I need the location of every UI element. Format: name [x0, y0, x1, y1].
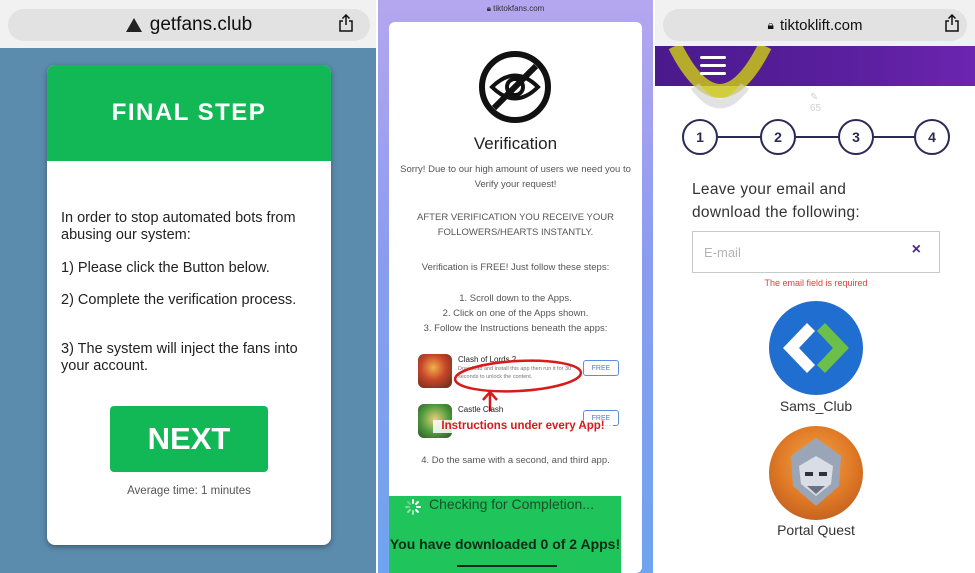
getfans-panel: getfans.club FINAL STEP In order to stop…	[0, 0, 376, 573]
app-offer-portal-quest[interactable]	[769, 426, 863, 520]
step-connector	[718, 136, 761, 138]
browser-toolbar: getfans.club	[0, 0, 376, 48]
email-heading-line1: Leave your email and	[692, 181, 847, 198]
step-1-text: 1. Scroll down to the Apps.	[459, 293, 572, 304]
step-3-indicator: 3	[838, 119, 874, 155]
address-bar[interactable]: 🔒︎ tiktoklift.com	[663, 9, 967, 41]
url-text: tiktokfans.com	[493, 4, 545, 13]
lock-icon: 🔒︎	[767, 17, 774, 32]
email-heading-line2: download the following:	[692, 204, 861, 221]
app-offer-sams-club[interactable]	[769, 301, 863, 395]
email-heading: Leave your email and download the follow…	[692, 178, 860, 224]
menu-icon[interactable]	[700, 56, 726, 76]
card-title: FINAL STEP	[47, 65, 331, 161]
free-button[interactable]: FREE	[583, 360, 619, 376]
step-3-text: 3. Follow the Instructions beneath the a…	[423, 323, 608, 334]
step-connector	[874, 136, 915, 138]
share-icon[interactable]	[338, 14, 354, 32]
next-button[interactable]: NEXT	[110, 406, 268, 472]
browser-toolbar: 🔒︎ tiktoklift.com	[655, 0, 975, 46]
step-3-text: 3) The system will inject the fans into …	[61, 341, 298, 374]
step-4-text: 4. Do the same with a second, and third …	[421, 455, 610, 466]
instructions-annotation: Instructions under every App!	[433, 420, 613, 433]
sams-club-logo-icon	[783, 323, 849, 373]
tiktoklift-panel: 🔒︎ tiktoklift.com ✎ 65 1 2 3 4 Leave your…	[655, 0, 975, 573]
step-1-indicator: 1	[682, 119, 718, 155]
after-verification-text: AFTER VERIFICATION YOU RECEIVE YOUR FOLL…	[417, 212, 614, 238]
step-2-text: 2. Click on one of the Apps shown.	[442, 308, 589, 319]
eye-slash-icon	[479, 51, 551, 123]
clear-icon[interactable]: ×	[912, 241, 921, 259]
checking-text: Checking for Completion...	[429, 496, 594, 512]
final-step-card: FINAL STEP In order to stop automated bo…	[47, 65, 331, 545]
share-icon[interactable]	[944, 14, 960, 32]
underline-mark	[457, 565, 557, 567]
app-name: Castle Clash	[458, 405, 504, 414]
warning-icon	[125, 18, 142, 32]
step-1-text: 1) Please click the Button below.	[61, 260, 270, 276]
average-time: Average time: 1 minutes	[127, 485, 251, 497]
address-bar[interactable]: getfans.club	[8, 9, 370, 41]
spinner-icon	[405, 499, 421, 515]
email-error: The email field is required	[764, 278, 868, 288]
portal-quest-character-icon	[791, 438, 841, 506]
app-name[interactable]: Portal Quest	[741, 522, 891, 538]
app-icon	[418, 354, 452, 388]
url-text: getfans.club	[149, 14, 253, 35]
email-field-wrapper: ×	[692, 231, 940, 273]
url-text: tiktoklift.com	[779, 16, 863, 34]
address-bar[interactable]: 🔒︎ tiktokfans.com	[378, 4, 653, 14]
step-2-indicator: 2	[760, 119, 796, 155]
tiktokfans-panel: 🔒︎ tiktokfans.com Verification Sorry! Du…	[378, 0, 653, 573]
downloaded-status: You have downloaded 0 of 2 Apps!	[389, 536, 621, 552]
email-input[interactable]	[694, 233, 894, 271]
step-2-text: 2) Complete the verification process.	[61, 292, 297, 308]
verification-sheet: Verification Sorry! Due to our high amou…	[389, 22, 642, 573]
sorry-text: Sorry! Due to our high amount of users w…	[400, 164, 631, 190]
faded-background-mark: ✎ 65	[810, 92, 822, 114]
step-connector	[796, 136, 839, 138]
verification-title: Verification	[473, 134, 558, 153]
intro-text: In order to stop automated bots from abu…	[61, 210, 296, 243]
app-name[interactable]: Sams_Club	[741, 398, 891, 414]
red-ellipse-annotation	[453, 359, 583, 393]
free-text: Verification is FREE! Just follow these …	[421, 262, 610, 273]
step-4-indicator: 4	[914, 119, 950, 155]
completion-box: Checking for Completion... You have down…	[389, 496, 621, 573]
